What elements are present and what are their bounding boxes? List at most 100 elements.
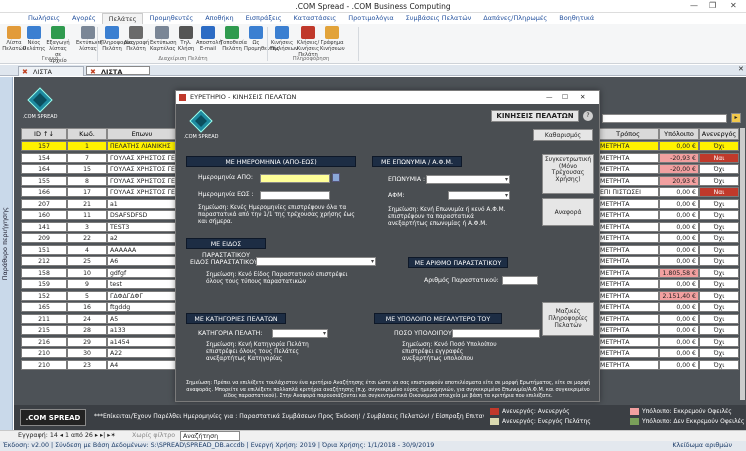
- cell-payment[interactable]: ΜΕΤΡΗΤΑ: [597, 290, 659, 301]
- cell-balance[interactable]: 0,00 €: [659, 279, 699, 289]
- cell-code[interactable]: 7: [67, 152, 107, 163]
- col-header-payment[interactable]: Τρόπος Πληρωμής: [597, 128, 659, 148]
- cell-code[interactable]: 21: [67, 198, 107, 209]
- cell-payment[interactable]: ΜΕΤΡΗΤΑ: [597, 267, 659, 278]
- cell-payment[interactable]: ΜΕΤΡΗΤΑ: [597, 141, 659, 151]
- menu-2[interactable]: Πελάτες: [101, 13, 144, 24]
- cell-id[interactable]: 157: [21, 141, 67, 151]
- cell-neg[interactable]: Όχι: [699, 233, 739, 243]
- cell-code[interactable]: 15: [67, 164, 107, 174]
- report-button[interactable]: Αναφορά: [542, 198, 594, 226]
- record-search-input[interactable]: Αναζήτηση: [180, 431, 240, 441]
- name-select[interactable]: ▾: [426, 175, 510, 184]
- cell-balance[interactable]: 0,00 €: [659, 313, 699, 324]
- cell-balance[interactable]: 0,00 €: [659, 221, 699, 232]
- cell-payment[interactable]: ΜΕΤΡΗΤΑ: [597, 302, 659, 312]
- filter-indicator[interactable]: Χωρίς φίλτρο: [132, 431, 175, 441]
- cell-neg[interactable]: Όχι: [699, 164, 739, 174]
- minimize-icon[interactable]: —: [690, 1, 698, 10]
- ribbon-button-10[interactable]: Ως Προμηθευτής: [244, 26, 279, 52]
- cell-code[interactable]: 25: [67, 256, 107, 266]
- ribbon-button-6[interactable]: Εκτύπωση Καρτέλας: [150, 26, 177, 52]
- cell-id[interactable]: 141: [21, 221, 67, 232]
- cell-balance[interactable]: 0,00 €: [659, 348, 699, 358]
- calendar-icon[interactable]: [332, 173, 340, 182]
- cell-id[interactable]: 215: [21, 325, 67, 335]
- cell-code[interactable]: 17: [67, 187, 107, 197]
- dialog-close-icon[interactable]: ✕: [580, 91, 585, 104]
- grid-search-input[interactable]: [602, 114, 727, 123]
- ribbon-button-12[interactable]: Κλήσεις/Κινήσεις Πελάτη: [296, 26, 320, 58]
- cell-name[interactable]: ΠΕΛΑΤΗΣ ΛΙΑΝΙΚΗΣ: [107, 141, 177, 151]
- cell-balance[interactable]: -20,93 €: [659, 152, 699, 163]
- cell-name[interactable]: A22: [107, 348, 177, 358]
- cell-code[interactable]: 3: [67, 221, 107, 232]
- cell-neg[interactable]: Όχι: [699, 290, 739, 301]
- cell-balance[interactable]: 0,00 €: [659, 325, 699, 335]
- cell-name[interactable]: a1: [107, 198, 177, 209]
- navigation-pane[interactable]: Παράθυρο περιήγησης: [0, 77, 13, 430]
- category-select[interactable]: ▾: [272, 329, 328, 338]
- cell-code[interactable]: 30: [67, 348, 107, 358]
- cell-id[interactable]: 210: [21, 359, 67, 370]
- cell-name[interactable]: TEST3: [107, 221, 177, 232]
- menu-6[interactable]: Καταστάσεις: [288, 13, 343, 24]
- cell-neg[interactable]: Ναι: [699, 152, 739, 163]
- cell-neg[interactable]: Όχι: [699, 221, 739, 232]
- doc-number-input[interactable]: [502, 276, 538, 285]
- cell-id[interactable]: 159: [21, 279, 67, 289]
- grid-scrollbar[interactable]: [740, 128, 745, 400]
- cell-name[interactable]: gdfgf: [107, 267, 177, 278]
- cell-payment[interactable]: ΜΕΤΡΗΤΑ: [597, 164, 659, 174]
- cell-payment[interactable]: ΕΠΙ ΠΙΣΤΩΣΕΙ: [597, 187, 659, 197]
- menu-4[interactable]: Αποθήκη: [199, 13, 239, 24]
- cell-code[interactable]: 11: [67, 210, 107, 220]
- cell-id[interactable]: 216: [21, 336, 67, 347]
- col-header-name[interactable]: Επωνυ: [107, 128, 177, 140]
- cell-name[interactable]: test: [107, 279, 177, 289]
- tab-sales-list[interactable]: ✖ΛΙΣΤΑ ΠΩΛΗΣΕΩΝ: [18, 66, 84, 86]
- cell-code[interactable]: 1: [67, 141, 107, 151]
- cell-payment[interactable]: ΜΕΤΡΗΤΑ: [597, 256, 659, 266]
- cell-code[interactable]: 8: [67, 175, 107, 186]
- cell-balance[interactable]: 20,93 €: [659, 175, 699, 186]
- cell-code[interactable]: 9: [67, 279, 107, 289]
- ribbon-button-13[interactable]: Γράφημα Κινήσεων: [320, 26, 345, 52]
- cell-id[interactable]: 154: [21, 152, 67, 163]
- cell-neg[interactable]: Όχι: [699, 336, 739, 347]
- cell-code[interactable]: 29: [67, 336, 107, 347]
- grid-search-button[interactable]: ▸: [731, 113, 741, 123]
- menu-1[interactable]: Αγορές: [66, 13, 102, 24]
- cell-payment[interactable]: ΜΕΤΡΗΤΑ: [597, 348, 659, 358]
- cell-code[interactable]: 23: [67, 359, 107, 370]
- cell-neg[interactable]: Όχι: [699, 267, 739, 278]
- cell-payment[interactable]: ΜΕΤΡΗΤΑ: [597, 175, 659, 186]
- cell-name[interactable]: A6: [107, 256, 177, 266]
- menu-10[interactable]: Βοηθητικά: [553, 13, 600, 24]
- balance-input[interactable]: [452, 329, 540, 338]
- cell-id[interactable]: 207: [21, 198, 67, 209]
- cell-code[interactable]: 5: [67, 290, 107, 301]
- doc-type-select[interactable]: ▾: [256, 257, 376, 266]
- menu-9[interactable]: Δαπάνες/Πληρωμές: [477, 13, 553, 24]
- cell-id[interactable]: 158: [21, 267, 67, 278]
- cell-neg[interactable]: Όχι: [699, 313, 739, 324]
- cell-id[interactable]: 155: [21, 175, 67, 186]
- cell-name[interactable]: ΓΟΥΛΑΣ ΧΡΗΣΤΟΣ ΓΕΩΡΓ: [107, 187, 177, 197]
- cell-neg[interactable]: Όχι: [699, 244, 739, 255]
- clear-button[interactable]: Καθαρισμός: [533, 129, 593, 141]
- cell-payment[interactable]: ΜΕΤΡΗΤΑ: [597, 198, 659, 209]
- cell-name[interactable]: a1454: [107, 336, 177, 347]
- cell-payment[interactable]: ΜΕΤΡΗΤΑ: [597, 233, 659, 243]
- record-counter[interactable]: Εγγραφή: 14 ◂ 1 από 26 ▸ ▸| ▸✶: [18, 431, 116, 441]
- col-header-id[interactable]: ID ↑↓: [21, 128, 67, 140]
- cell-code[interactable]: 16: [67, 302, 107, 312]
- cell-code[interactable]: 22: [67, 233, 107, 243]
- cell-balance[interactable]: 0,00 €: [659, 141, 699, 151]
- cell-id[interactable]: 152: [21, 290, 67, 301]
- cell-code[interactable]: 4: [67, 244, 107, 255]
- ribbon-button-11[interactable]: Κινήσεις Πωλήσεων: [270, 26, 298, 52]
- cell-id[interactable]: 211: [21, 313, 67, 324]
- cell-neg[interactable]: Όχι: [699, 302, 739, 312]
- cell-id[interactable]: 210: [21, 348, 67, 358]
